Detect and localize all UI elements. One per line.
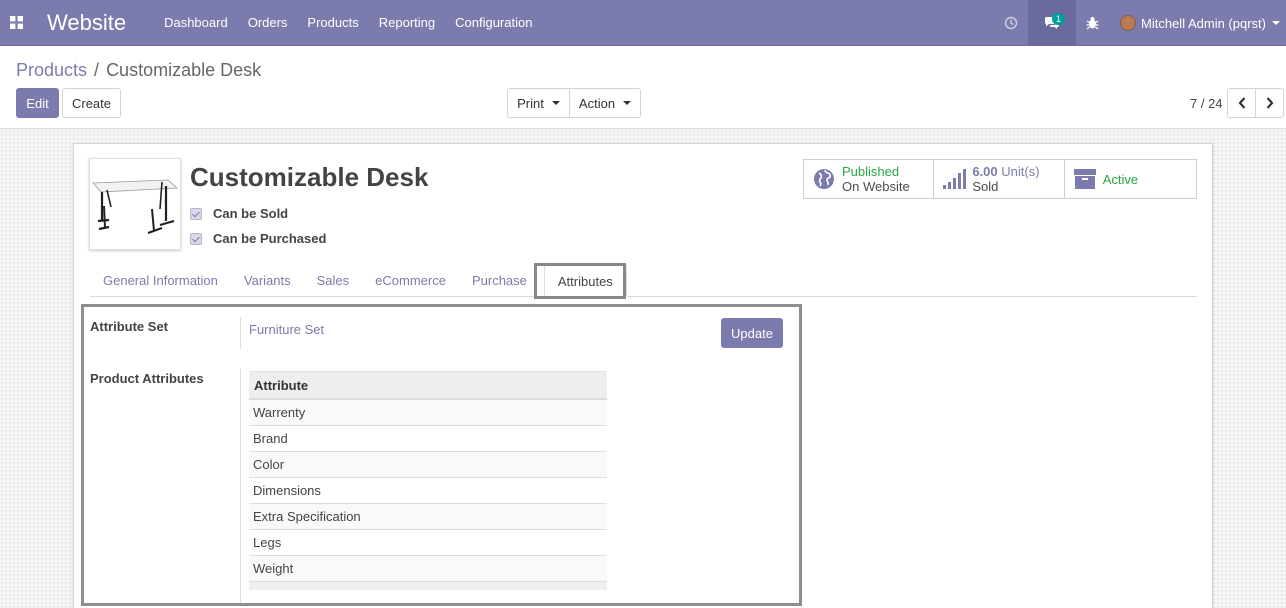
active-label: Active (1102, 171, 1139, 187)
sold-button[interactable]: 6.00 Unit(s) Sold (934, 160, 1065, 198)
can-be-sold-label: Can be Sold (213, 206, 289, 221)
apps-menu-icon[interactable] (0, 0, 32, 46)
tab-ecommerce[interactable]: eCommerce (362, 265, 459, 296)
menu-dashboard[interactable]: Dashboard (154, 0, 238, 46)
attribute-rows: Warrenty Brand Color Dimensions Extra Sp… (249, 400, 607, 582)
print-label: Print (517, 95, 544, 111)
chat-count-badge: 1 (1052, 13, 1066, 25)
table-row[interactable]: Weight (249, 556, 607, 582)
can-be-purchased-label: Can be Purchased (213, 231, 327, 246)
main-menu: Dashboard Orders Products Reporting Conf… (154, 0, 542, 46)
chevron-right-icon (1266, 97, 1273, 109)
tab-general-information[interactable]: General Information (90, 265, 231, 296)
create-button[interactable]: Create (62, 88, 121, 118)
tab-sales[interactable]: Sales (304, 265, 363, 296)
table-row[interactable]: Color (249, 452, 607, 478)
pager-previous-button[interactable] (1227, 88, 1256, 118)
can-be-sold-checkbox[interactable] (190, 207, 202, 220)
tab-variants[interactable]: Variants (231, 265, 304, 296)
table-row[interactable]: Extra Specification (249, 504, 607, 530)
pager-next-button[interactable] (1255, 88, 1284, 118)
globe-icon (812, 167, 836, 191)
chevron-down-icon (551, 101, 560, 105)
desk-image (92, 179, 178, 235)
breadcrumb-products-link[interactable]: Products (16, 60, 87, 81)
control-panel: Products / Customizable Desk Edit Create… (0, 46, 1286, 129)
tab-purchase[interactable]: Purchase (459, 265, 540, 296)
menu-products[interactable]: Products (297, 0, 368, 46)
table-footer (249, 582, 607, 590)
product-name: Customizable Desk (190, 162, 429, 192)
chevron-left-icon (1238, 97, 1245, 109)
debug-bug-icon[interactable] (1076, 0, 1108, 46)
field-divider (240, 369, 241, 603)
sold-quantity: 6.00 (972, 164, 998, 179)
sold-unit: Unit(s) (1001, 164, 1040, 179)
action-dropdown[interactable]: Action (569, 88, 641, 118)
form-tabs: General Information Variants Sales eComm… (90, 265, 1197, 297)
archive-icon (1073, 167, 1097, 191)
published-sub: On Website (842, 179, 910, 194)
user-name: Mitchell Admin (pqrst) (1141, 15, 1266, 31)
breadcrumb-current: Customizable Desk (106, 60, 262, 80)
product-attributes-label: Product Attributes (90, 371, 204, 386)
table-row[interactable]: Legs (249, 530, 607, 556)
table-row[interactable]: Dimensions (249, 478, 607, 504)
attribute-set-value[interactable]: Furniture Set (249, 322, 324, 337)
menu-configuration[interactable]: Configuration (445, 0, 542, 46)
navbar-systray: 1 Mitchell Admin (pqrst) (994, 0, 1286, 46)
published-button[interactable]: Published On Website (804, 160, 935, 198)
product-attributes-table: Attribute Warrenty Brand Color Dimension… (249, 371, 607, 590)
tab-attributes[interactable]: Attributes (543, 265, 627, 297)
active-toggle-button[interactable]: Active (1065, 160, 1196, 198)
update-button[interactable]: Update (721, 318, 783, 348)
chevron-down-icon (1272, 21, 1280, 25)
can-be-purchased-checkbox[interactable] (190, 232, 202, 245)
product-image[interactable] (89, 158, 181, 250)
messaging-button[interactable]: 1 (1028, 0, 1077, 46)
user-menu[interactable]: Mitchell Admin (pqrst) (1108, 15, 1286, 31)
edit-button[interactable]: Edit (16, 88, 59, 118)
top-navbar: Website Dashboard Orders Products Report… (0, 0, 1286, 46)
attribute-set-label: Attribute Set (90, 319, 168, 334)
signal-bars-icon (942, 167, 967, 191)
activity-clock-icon[interactable] (994, 0, 1028, 46)
print-dropdown[interactable]: Print (507, 88, 570, 118)
menu-reporting[interactable]: Reporting (369, 0, 445, 46)
sold-label: Sold (972, 179, 999, 194)
table-row[interactable]: Brand (249, 426, 607, 452)
published-status: Published (842, 164, 900, 179)
attribute-column-header[interactable]: Attribute (249, 371, 607, 400)
smart-buttons: Published On Website 6.00 Unit(s) Sold A… (803, 159, 1197, 199)
table-row[interactable]: Warrenty (249, 400, 607, 426)
app-brand[interactable]: Website (47, 10, 126, 36)
can-be-purchased-row: Can be Purchased (190, 231, 326, 246)
field-divider (240, 317, 241, 349)
pager-value[interactable]: 7 / 24 (1190, 96, 1223, 111)
avatar (1120, 15, 1137, 31)
breadcrumb-separator: / (94, 60, 100, 80)
menu-orders[interactable]: Orders (238, 0, 298, 46)
breadcrumb: Products / Customizable Desk (16, 60, 261, 81)
action-label: Action (578, 95, 616, 111)
chevron-down-icon (623, 101, 632, 105)
can-be-sold-row: Can be Sold (190, 206, 288, 221)
